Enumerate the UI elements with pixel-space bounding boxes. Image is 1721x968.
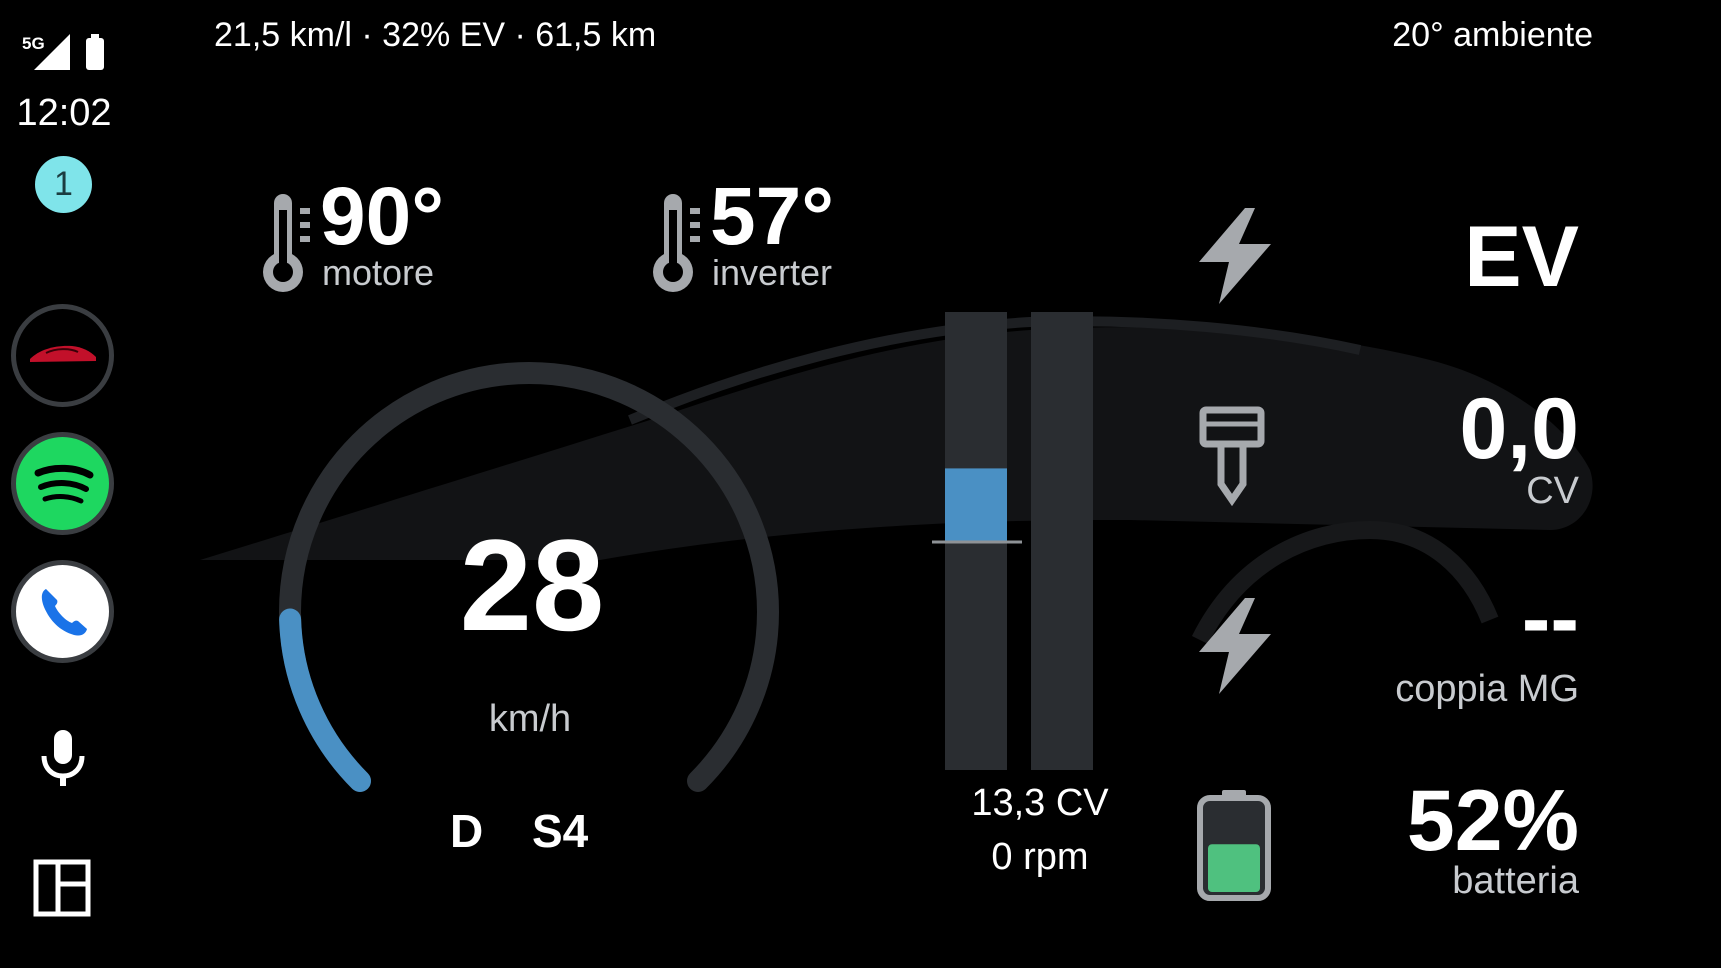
spotify-button[interactable] [11,432,114,535]
power-readout: 13,3 CV [971,782,1109,824]
left-power-bar-fill [945,468,1007,542]
battery-value: 52% [1406,773,1579,869]
phone-icon [41,589,87,636]
app-rail: 5G 12:02 1 [0,0,130,968]
spotify-icon [34,464,94,504]
car-app-button[interactable] [11,304,114,407]
phone-button[interactable] [11,560,114,663]
battery-status-icon [86,38,104,70]
status-icons: 5G [20,28,120,74]
notification-badge[interactable]: 1 [35,156,92,213]
lightning-icon [1185,596,1285,701]
battery-icon [1194,786,1274,907]
engine-power-unit: CV [1526,470,1579,512]
rpm-readout: 0 rpm [991,836,1089,878]
network-label: 5G [22,34,45,53]
battery-label: batteria [1452,860,1579,902]
drive-mode-ev: EV [1464,209,1579,305]
car-app-icon [30,345,96,362]
dashboard-layout-icon[interactable] [30,856,96,927]
right-power-bar-track [1031,312,1093,770]
clock: 12:02 [16,92,112,134]
mg-torque-label: coppia MG [1395,668,1579,710]
battery-level-fill [1208,844,1260,892]
instrument-cluster: 21,5 km/l · 32% EV · 61,5 km 20° ambient… [130,0,1721,968]
mg-torque-value: -- [1521,571,1579,667]
engine-power-value: 0,0 [1459,381,1579,477]
microphone-icon[interactable] [30,726,96,797]
piston-icon [1195,406,1275,511]
lightning-icon [1185,206,1285,311]
